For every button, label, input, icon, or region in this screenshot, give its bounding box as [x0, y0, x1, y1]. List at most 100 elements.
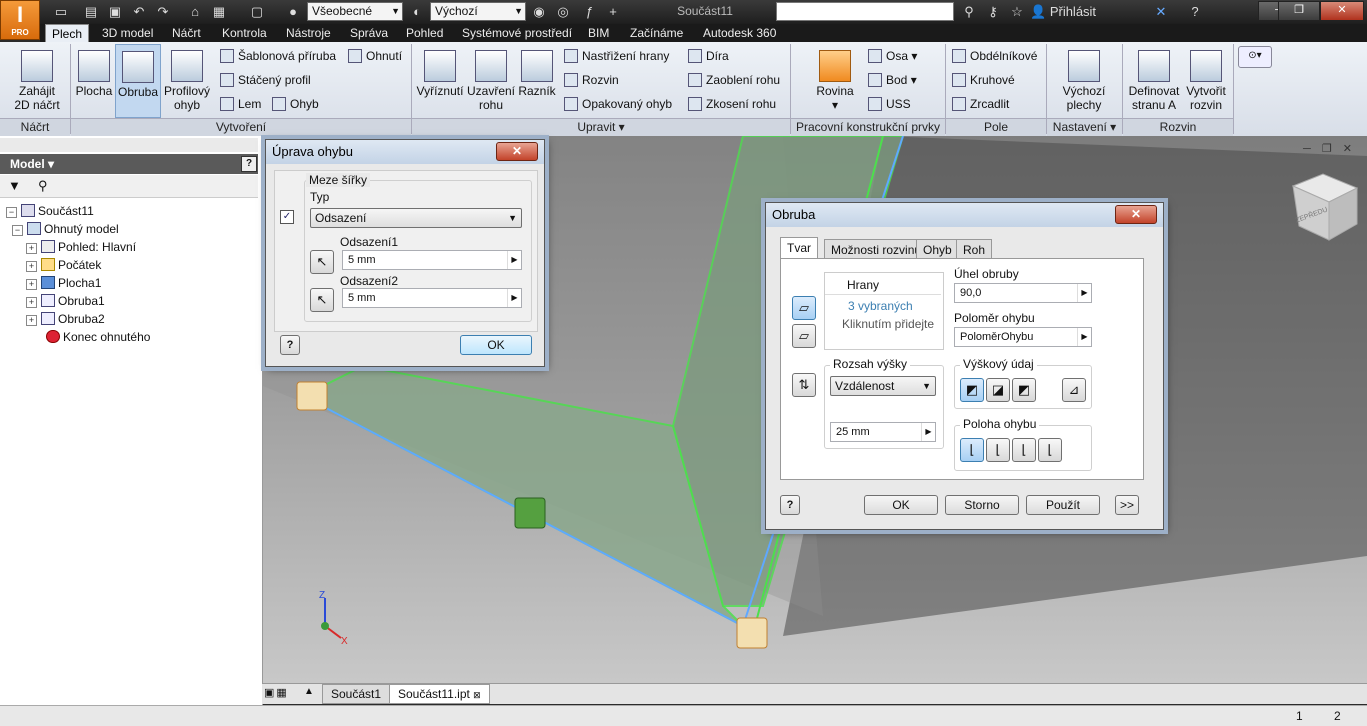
height-extent-select[interactable]: Vzdálenost ▼	[830, 376, 936, 396]
bend-button[interactable]: Ohyb	[272, 94, 319, 114]
bend-position-3-icon[interactable]: ⌊	[1012, 438, 1036, 462]
flange-cancel-button[interactable]: Storno	[945, 495, 1019, 515]
doc-tab-soucast11[interactable]: Součást11.ipt ⊠	[389, 684, 490, 704]
new-icon[interactable]: ▭	[52, 3, 70, 21]
edit-bend-help-button[interactable]: ?	[280, 335, 300, 355]
home-icon[interactable]: ⌂	[186, 3, 204, 21]
hole-button[interactable]: Díra	[688, 46, 729, 66]
offset2-select-icon[interactable]: ↖	[310, 288, 334, 312]
find-binoculars-icon[interactable]: ⚲	[38, 178, 48, 194]
update-icon[interactable]: ▦	[210, 3, 228, 21]
punch-button[interactable]: Razník	[516, 44, 558, 116]
star-icon[interactable]: ☆	[1008, 3, 1026, 21]
save-icon[interactable]: ▣	[106, 3, 124, 21]
sheet-metal-defaults-button[interactable]: Výchozí plechy	[1058, 44, 1110, 116]
help-icon[interactable]: ?	[1186, 3, 1204, 21]
tab-shape[interactable]: Tvar	[780, 237, 818, 259]
rip-button[interactable]: Nastřižení hrany	[564, 46, 669, 66]
axis-button[interactable]: Osa ▾	[868, 46, 917, 66]
key-icon[interactable]: ⚷	[984, 3, 1002, 21]
tab-manage[interactable]: Správa	[344, 24, 394, 42]
plane-button[interactable]: Rovina ▾	[812, 44, 858, 116]
tab-plech[interactable]: Plech	[45, 24, 90, 43]
refold-button[interactable]: Opakovaný ohyb	[564, 94, 672, 114]
unfold-button[interactable]: Rozvin	[564, 70, 619, 90]
bend-radius-input[interactable]: PoloměrOhybu ▶	[954, 327, 1092, 347]
maximize-button[interactable]: ❐	[1278, 1, 1320, 21]
datum-option-3-icon[interactable]: ◩	[1012, 378, 1036, 402]
tree-item-flange1[interactable]: + Obruba1	[26, 292, 105, 310]
mirror-button[interactable]: Zrcadlit	[952, 94, 1009, 114]
cut-button[interactable]: Vyříznutí	[414, 44, 466, 116]
circular-pattern-button[interactable]: Kruhové	[952, 70, 1015, 90]
exchange-icon[interactable]: ✕	[1152, 3, 1170, 21]
open-icon[interactable]: ▤	[82, 3, 100, 21]
corner-chamfer-button[interactable]: Zkosení rohu	[688, 94, 776, 114]
flange-more-button[interactable]: >>	[1115, 495, 1139, 515]
edit-bend-ok-button[interactable]: OK	[460, 335, 532, 355]
tab-corner[interactable]: Roh	[956, 239, 993, 259]
create-flat-pattern-button[interactable]: Vytvořit rozvin	[1182, 44, 1230, 116]
group-label-setup[interactable]: Nastavení ▾	[1047, 118, 1122, 136]
browser-help-icon[interactable]: ?	[241, 156, 257, 172]
doc-tab-soucast1[interactable]: Součást1	[322, 684, 391, 704]
face-button[interactable]: Plocha	[73, 44, 115, 116]
select-icon[interactable]: ▢	[248, 3, 266, 21]
tab-sketch[interactable]: Náčrt	[166, 24, 207, 42]
tile-windows-icon[interactable]: ▣▦	[264, 686, 298, 700]
flip-direction-icon[interactable]: ⇅	[792, 373, 816, 397]
application-menu-button[interactable]: I PRO	[0, 0, 40, 40]
datum-aligned-icon[interactable]: ⊿	[1062, 378, 1086, 402]
tab-get-started[interactable]: Začínáme	[624, 24, 689, 42]
group-label-modify[interactable]: Upravit ▾	[412, 118, 790, 136]
tab-bend[interactable]: Ohyb	[916, 239, 959, 259]
tab-inspect[interactable]: Kontrola	[216, 24, 273, 42]
edge-remove-icon[interactable]: ▱	[792, 324, 816, 348]
flange-close-button[interactable]: ✕	[1115, 205, 1157, 224]
tab-scroll-icon[interactable]: ▲	[304, 686, 318, 700]
offset1-input[interactable]: 5 mm ▶	[342, 250, 522, 270]
appearance-combo[interactable]: Výchozí ▼	[430, 2, 526, 21]
distance-input[interactable]: 25 mm ▶	[830, 422, 936, 442]
type-select[interactable]: Odsazení ▼	[310, 208, 522, 228]
tree-item-root[interactable]: − Součást11	[6, 202, 94, 220]
offset2-input[interactable]: 5 mm ▶	[342, 288, 522, 308]
tab-unfold-options[interactable]: Možnosti rozvinu	[824, 239, 929, 259]
redo-icon[interactable]: ↷	[154, 3, 172, 21]
edit-bend-close-button[interactable]: ✕	[496, 142, 538, 161]
tab-view[interactable]: Pohled	[400, 24, 449, 42]
sign-in-button[interactable]: 👤 Přihlásit	[1030, 3, 1110, 21]
tree-item-origin[interactable]: + Počátek	[26, 256, 101, 274]
panel-grip[interactable]	[0, 138, 258, 152]
corner-seam-button[interactable]: Uzavření rohu	[466, 44, 516, 116]
start-2d-sketch-button[interactable]: Zahájit 2D náčrt	[6, 44, 68, 116]
offset1-select-icon[interactable]: ↖	[310, 250, 334, 274]
style-combo[interactable]: Všeobecné ▼	[307, 2, 403, 21]
close-window-button[interactable]: ✕	[1320, 1, 1364, 21]
tree-item-flange2[interactable]: + Obruba2	[26, 310, 105, 328]
tree-item-view[interactable]: + Pohled: Hlavní	[26, 238, 136, 256]
bend-position-2-icon[interactable]: ⌊	[986, 438, 1010, 462]
flange-angle-input[interactable]: 90,0 ▶	[954, 283, 1092, 303]
template-flange-button[interactable]: Šablonová příruba	[220, 46, 336, 66]
edges-add-hint[interactable]: Kliknutím přidejte	[842, 317, 934, 331]
tab-bim[interactable]: BIM	[582, 24, 615, 42]
rolled-profile-button[interactable]: Stáčený profil	[220, 70, 311, 90]
binoculars-icon[interactable]: ⚲	[960, 3, 978, 21]
plus-icon[interactable]: +	[604, 3, 622, 21]
define-a-side-button[interactable]: Definovat stranu A	[1126, 44, 1182, 116]
undo-icon[interactable]: ↶	[130, 3, 148, 21]
bend-position-4-icon[interactable]: ⌊	[1038, 438, 1062, 462]
ucs-button[interactable]: USS	[868, 94, 911, 114]
flange-button[interactable]: Obruba	[115, 44, 161, 118]
tab-tools[interactable]: Nástroje	[280, 24, 337, 42]
tab-environments[interactable]: Systémové prostředí	[456, 24, 578, 42]
tree-item-folded-model[interactable]: − Ohnutý model	[12, 220, 119, 238]
flange-ok-button[interactable]: OK	[864, 495, 938, 515]
datum-option-1-icon[interactable]: ◩	[960, 378, 984, 402]
fold-button[interactable]: Ohnutí	[348, 46, 402, 66]
tree-item-face1[interactable]: + Plocha1	[26, 274, 101, 292]
fx-icon[interactable]: ƒ	[580, 3, 598, 21]
tab-3d-model[interactable]: 3D model	[96, 24, 159, 42]
material-icon[interactable]: ●	[284, 3, 302, 21]
